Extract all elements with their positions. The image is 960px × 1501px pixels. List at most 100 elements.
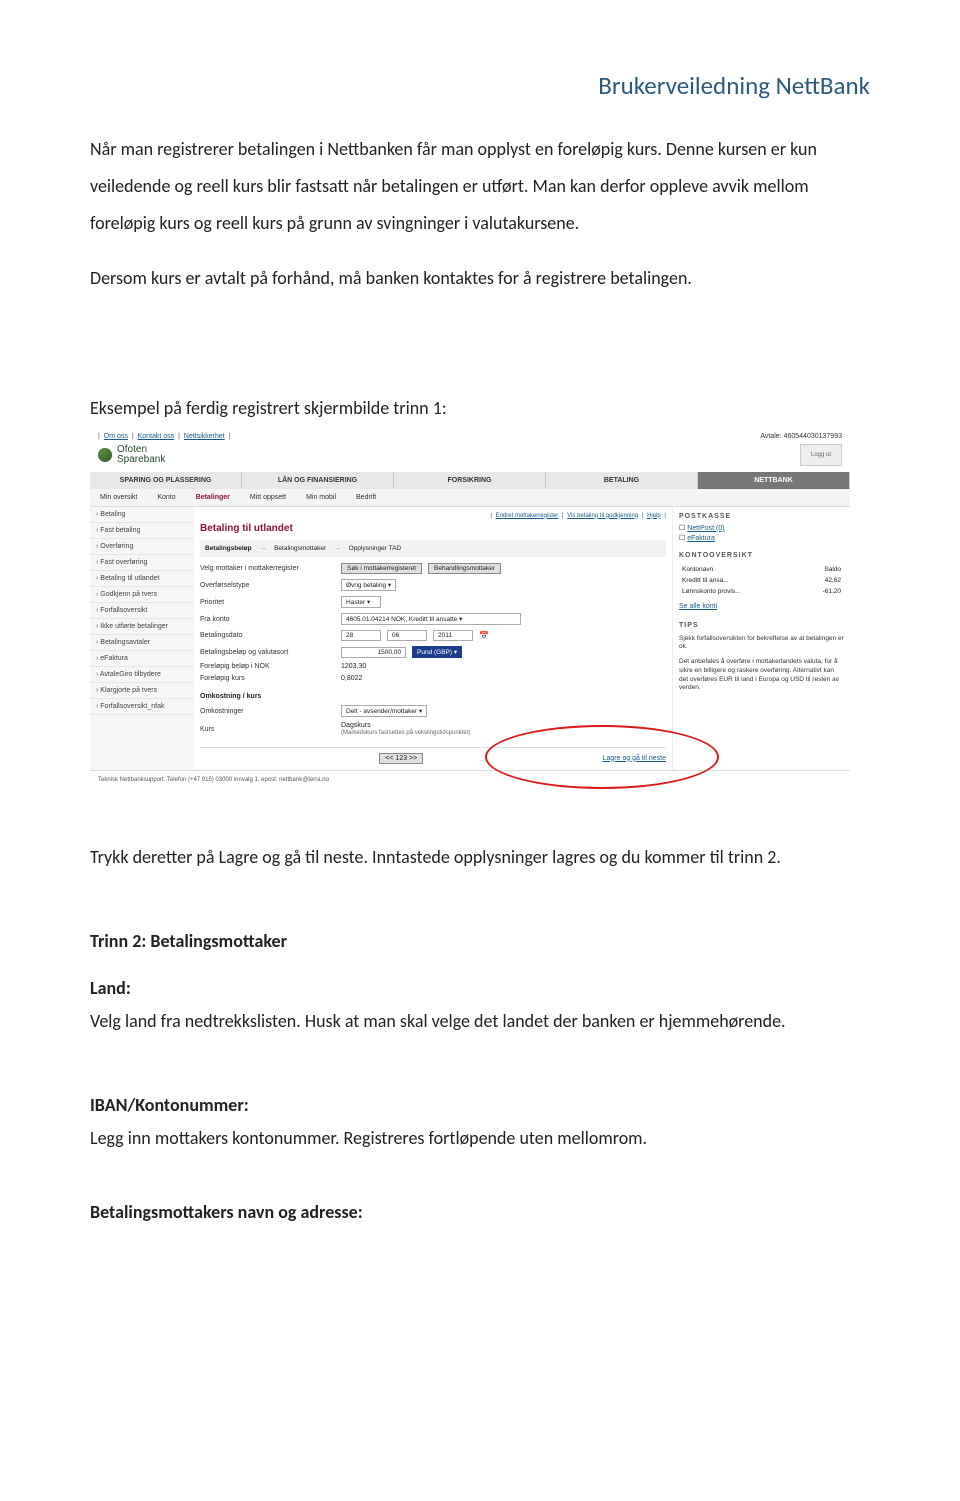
sidebar-item-godkjenn[interactable]: Godkjenn på tvers bbox=[90, 587, 194, 603]
sidebar-item-fast-betaling[interactable]: Fast betaling bbox=[90, 523, 194, 539]
konto-table: Kontonavn Saldo Kreditt til ansa... 42,6… bbox=[679, 563, 844, 598]
prioritet-select[interactable]: Haster ▾ bbox=[341, 596, 381, 608]
omkostning-header: Omkostning / kurs bbox=[200, 693, 666, 700]
dato-day-input[interactable]: 28 bbox=[341, 630, 381, 641]
subnav-bedrift[interactable]: Bedrift bbox=[346, 489, 386, 506]
step-3: Opplysninger TAD bbox=[349, 545, 402, 552]
behandle-mottaker-button[interactable]: Behandlingsmottaker bbox=[428, 563, 501, 574]
belop-label: Betalingsbeløp og valutasort bbox=[200, 649, 335, 656]
tips-text-1: Sjekk forfallsoversikten for bekreftelse… bbox=[679, 635, 844, 653]
subnav-oversikt[interactable]: Min oversikt bbox=[90, 489, 147, 506]
overforselstype-label: Overførselstype bbox=[200, 582, 335, 589]
dato-year-input[interactable]: 2011 bbox=[433, 630, 473, 641]
belop-input[interactable]: 1500,00 bbox=[341, 647, 406, 658]
sidebar: Betaling Fast betaling Overføring Fast o… bbox=[90, 507, 194, 770]
page-title: Betaling til utlandet bbox=[200, 523, 666, 534]
sidebar-item-fast-overforing[interactable]: Fast overføring bbox=[90, 555, 194, 571]
mottaker-label: Betalingsmottakers navn og adresse: bbox=[90, 1201, 870, 1223]
subnav-oppsett[interactable]: Mitt oppsett bbox=[240, 489, 296, 506]
sidebar-item-overforing[interactable]: Overføring bbox=[90, 539, 194, 555]
paragraph-1: Når man registrerer betalingen i Nettban… bbox=[90, 131, 870, 242]
kontonavn-col: Kontonavn bbox=[681, 565, 800, 574]
konto-row2-val: -61,20 bbox=[802, 587, 842, 596]
nav-sparing[interactable]: SPARING OG PLASSERING bbox=[90, 472, 242, 489]
subnav-mobil[interactable]: Min mobil bbox=[296, 489, 346, 506]
bank-logo: Ofoten Sparebank bbox=[98, 445, 165, 465]
overforselstype-select[interactable]: Øvrig betaling ▾ bbox=[341, 579, 396, 591]
sidebar-item-avtaler[interactable]: Betalingsavtaler bbox=[90, 635, 194, 651]
valuta-select[interactable]: Pund (GBP) ▾ bbox=[412, 646, 462, 658]
link-sikkerhet[interactable]: Nettsikkerhet bbox=[184, 433, 225, 440]
postkasse-header: POSTKASSE bbox=[679, 513, 844, 520]
iban-text: Legg inn mottakers kontonummer. Registre… bbox=[90, 1120, 870, 1156]
forelopig-nok-label: Foreløpig beløp i NOK bbox=[200, 663, 335, 670]
konto-row1-name: Kreditt til ansa... bbox=[681, 576, 800, 585]
bank-name-2: Sparebank bbox=[117, 454, 165, 465]
nav-forsikring[interactable]: FORSIKRING bbox=[394, 472, 546, 489]
sidebar-item-betaling[interactable]: Betaling bbox=[90, 507, 194, 523]
sidebar-item-avtalegiro[interactable]: AvtaleGiro tilbydere bbox=[90, 667, 194, 683]
subnav-konto[interactable]: Konto bbox=[147, 489, 185, 506]
nav-laan[interactable]: LÅN OG FINANSIERING bbox=[242, 472, 394, 489]
top-links: | Om oss | Kontakt oss | Nettsikkerhet | bbox=[98, 433, 231, 440]
link-om-oss[interactable]: Om oss bbox=[104, 433, 128, 440]
arrow-icon: → bbox=[260, 545, 267, 552]
footer-line: Teknisk Nettbanksupport. Telefon (+47 91… bbox=[90, 770, 850, 789]
kurs-label: Kurs bbox=[200, 726, 335, 733]
calendar-icon[interactable]: 📅 bbox=[479, 631, 489, 640]
nav-nettbank[interactable]: NETTBANK bbox=[698, 472, 850, 489]
velg-mottaker-label: Velg mottaker i mottakerregister bbox=[200, 565, 335, 572]
sidebar-item-forfall[interactable]: Forfallsoversikt bbox=[90, 603, 194, 619]
link-endret-mottaker[interactable]: Endret mottakerregister bbox=[496, 513, 559, 519]
nav-betaling[interactable]: BETALING bbox=[546, 472, 698, 489]
wizard-steps: Betalingsbeløp → Betalingsmottaker → Opp… bbox=[200, 540, 666, 557]
paragraph-2: Dersom kurs er avtalt på forhånd, må ban… bbox=[90, 260, 870, 297]
forelopig-kurs-value: 0,8022 bbox=[341, 675, 362, 682]
subnav-betalinger[interactable]: Betalinger bbox=[186, 489, 240, 506]
sidebar-item-ikke-utfort[interactable]: Ikke utførte betalinger bbox=[90, 619, 194, 635]
search-mottaker-button[interactable]: Søk i mottakerregisteret bbox=[341, 563, 422, 574]
land-label: Land: bbox=[90, 977, 870, 999]
screenshot: | Om oss | Kontakt oss | Nettsikkerhet |… bbox=[90, 431, 850, 789]
kontooversikt-header: KONTOOVERSIKT bbox=[679, 552, 844, 559]
arrow-icon: → bbox=[334, 545, 341, 552]
se-alle-konti-link[interactable]: Se alle konti bbox=[679, 603, 717, 610]
sidebar-item-efaktura[interactable]: eFaktura bbox=[90, 651, 194, 667]
prev-next-nav[interactable]: << 123 >> bbox=[379, 753, 423, 764]
fra-konto-label: Fra konto bbox=[200, 616, 335, 623]
main-content: | Endret mottakerregister | Vis betaling… bbox=[194, 507, 672, 770]
after-shot-text: Trykk deretter på Lagre og gå til neste.… bbox=[90, 839, 870, 875]
link-hjelp[interactable]: Hjelp bbox=[647, 513, 661, 519]
section-trinn2: Trinn 2: Betalingsmottaker bbox=[90, 930, 870, 952]
link-kontakt[interactable]: Kontakt oss bbox=[138, 433, 175, 440]
right-column: POSTKASSE ☐ NettPost (0) ☐ eFaktura KONT… bbox=[672, 507, 850, 770]
forelopig-nok-value: 1203,30 bbox=[341, 663, 366, 670]
tips-text-2: Det anbefales å overføre i mottakerlande… bbox=[679, 658, 844, 693]
logoff-button[interactable]: Logg ut bbox=[800, 444, 842, 466]
sidebar-item-utland[interactable]: Betaling til utlandet bbox=[90, 571, 194, 587]
dato-month-input[interactable]: 06 bbox=[387, 630, 427, 641]
step-1: Betalingsbeløp bbox=[205, 545, 252, 552]
sub-nav: Min oversikt Konto Betalinger Mitt oppse… bbox=[90, 489, 850, 507]
kurs-value: Dagskurs bbox=[341, 722, 371, 729]
forelopig-kurs-label: Foreløpig kurs bbox=[200, 675, 335, 682]
leaf-icon bbox=[98, 448, 112, 462]
sidebar-item-klargjorte[interactable]: Klargjorte på tvers bbox=[90, 683, 194, 699]
land-text: Velg land fra nedtrekkslisten. Husk at m… bbox=[90, 1003, 870, 1039]
prioritet-label: Prioritet bbox=[200, 599, 335, 606]
efaktura-link[interactable]: eFaktura bbox=[687, 535, 715, 542]
konto-row1-val: 42,62 bbox=[802, 576, 842, 585]
caption-1: Eksempel på ferdig registrert skjermbild… bbox=[90, 397, 870, 419]
avtale-number: Avtale: 460544030137993 bbox=[760, 433, 842, 440]
nettpost-link[interactable]: NettPost (0) bbox=[687, 525, 724, 532]
omkostninger-select[interactable]: Delt - avsender/mottaker ▾ bbox=[341, 705, 427, 717]
lagre-neste-link[interactable]: Lagre og gå til neste bbox=[603, 755, 666, 762]
fra-konto-select[interactable]: 4605.01.04214 NOK, Kreditt til ansatte ▾ bbox=[341, 613, 521, 625]
sidebar-item-forfall-nfak[interactable]: Forfallsoversikt_nfak bbox=[90, 699, 194, 715]
saldo-col: Saldo bbox=[802, 565, 842, 574]
iban-label: IBAN/Kontonummer: bbox=[90, 1094, 870, 1116]
tips-header: TIPS bbox=[679, 622, 844, 629]
step-2: Betalingsmottaker bbox=[274, 545, 326, 552]
kurs-note: (Markedskurs fastsettes på vekslingstids… bbox=[341, 730, 470, 736]
link-vis-betaling[interactable]: Vis betaling til godkjenning bbox=[567, 513, 638, 519]
